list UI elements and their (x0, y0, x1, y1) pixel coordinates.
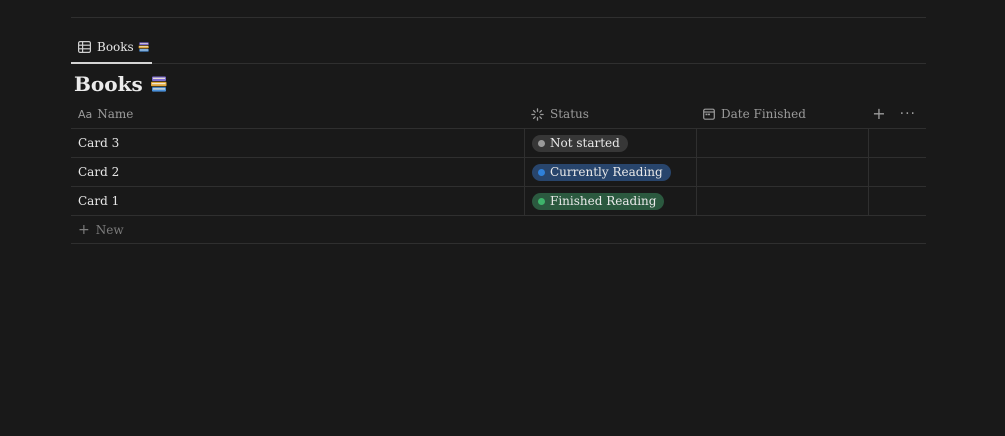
date-cell[interactable] (696, 129, 868, 157)
status-spinner-icon (531, 107, 544, 121)
plus-icon: + (78, 221, 90, 238)
row-name: Card 1 (78, 194, 120, 208)
status-cell[interactable]: Finished Reading (524, 187, 696, 215)
new-row-label: New (95, 222, 124, 237)
status-label: Finished Reading (550, 194, 657, 208)
table-icon (78, 40, 91, 53)
column-header-name[interactable]: Aa Name (71, 100, 524, 128)
status-dot-icon (538, 139, 545, 147)
header-actions: + ··· (872, 100, 916, 128)
column-header-date-finished[interactable]: Date Finished (696, 100, 868, 128)
name-cell[interactable]: Card 1 (71, 187, 524, 215)
view-tabs: Books (71, 30, 926, 64)
active-tab-underline (71, 62, 152, 64)
more-options-icon[interactable]: ··· (900, 107, 916, 121)
status-dot-icon (538, 197, 545, 205)
row-name: Card 2 (78, 165, 120, 179)
database-table: Aa Name Status Date Finished + ··· Card … (71, 100, 926, 244)
tab-books-view[interactable]: Books (71, 30, 152, 64)
column-label-status: Status (550, 107, 589, 121)
name-cell[interactable]: Card 2 (71, 158, 524, 186)
status-pill: Currently Reading (532, 163, 671, 181)
top-divider (71, 17, 926, 18)
name-cell[interactable]: Card 3 (71, 129, 524, 157)
database-title-text: Books (74, 72, 143, 96)
status-pill: Finished Reading (532, 192, 665, 210)
date-cell[interactable] (696, 187, 868, 215)
status-dot-icon (538, 168, 545, 176)
books-emoji-icon (138, 41, 149, 52)
empty-cell (868, 129, 926, 157)
column-label-name: Name (97, 107, 134, 121)
books-emoji-icon (150, 76, 167, 92)
status-pill: Not started (532, 134, 628, 152)
column-label-date: Date Finished (721, 107, 806, 121)
row-name: Card 3 (78, 136, 120, 150)
empty-cell (868, 158, 926, 186)
date-cell[interactable] (696, 158, 868, 186)
table-row[interactable]: Card 2 Currently Reading (71, 158, 926, 187)
table-row[interactable]: Card 1 Finished Reading (71, 187, 926, 216)
database-title[interactable]: Books (74, 72, 168, 96)
status-label: Currently Reading (550, 165, 663, 179)
column-header-status[interactable]: Status (524, 100, 696, 128)
add-column-plus-icon[interactable]: + (872, 106, 885, 122)
empty-cell (868, 187, 926, 215)
table-header: Aa Name Status Date Finished + ··· (71, 100, 926, 129)
tab-label: Books (97, 39, 134, 54)
text-type-icon: Aa (78, 107, 93, 121)
table-row[interactable]: Card 3 Not started (71, 129, 926, 158)
status-cell[interactable]: Not started (524, 129, 696, 157)
calendar-icon (703, 108, 715, 120)
status-label: Not started (550, 136, 620, 150)
new-row-button[interactable]: + New (71, 216, 926, 244)
status-cell[interactable]: Currently Reading (524, 158, 696, 186)
